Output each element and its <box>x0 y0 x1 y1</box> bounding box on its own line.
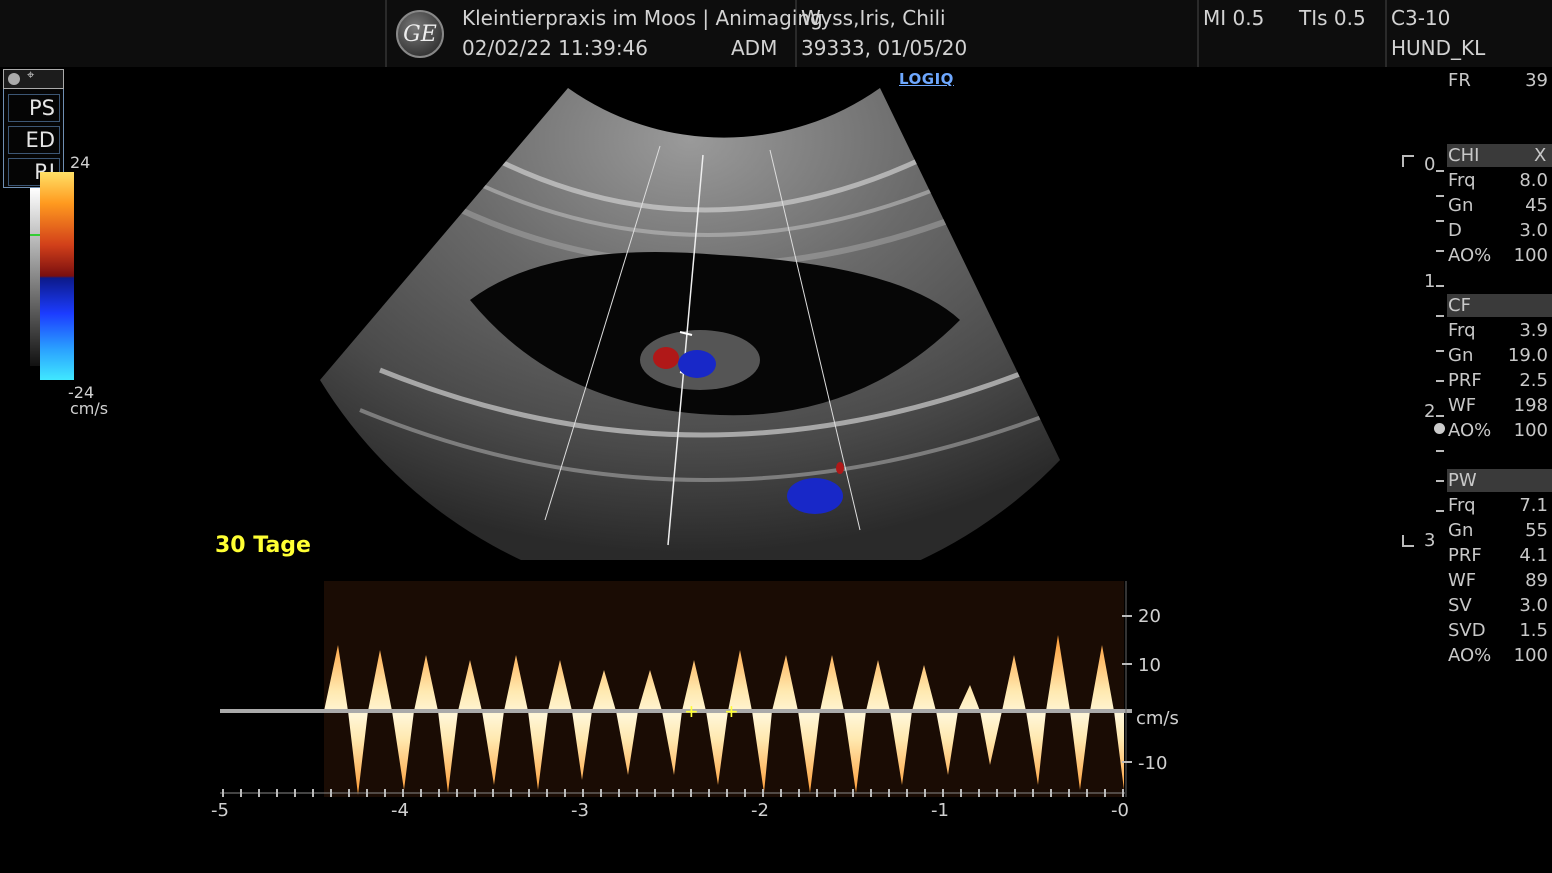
color-velocity-scale <box>40 172 74 380</box>
velocity-tick-label: 10 <box>1138 655 1161 676</box>
chi-close-icon[interactable]: X <box>1534 145 1546 166</box>
time-tick-label: -2 <box>751 800 769 821</box>
pw-param-value: 100 <box>1513 645 1548 666</box>
pw-param-value: 55 <box>1525 520 1548 541</box>
grayscale-bar <box>30 188 40 366</box>
pw-param-value: 7.1 <box>1519 495 1548 516</box>
spectral-doppler-trace: + + <box>220 581 1132 797</box>
exam-datetime: 02/02/22 11:39:46 <box>462 36 649 60</box>
patient-name: Wyss,Iris, Chili <box>801 6 946 30</box>
pw-param-label: SVD <box>1448 620 1486 641</box>
velocity-tick-label: 20 <box>1138 606 1161 627</box>
depth-tick-mark <box>1436 415 1444 417</box>
ge-logo-icon: GE <box>396 10 444 58</box>
y-tick-mark <box>1122 761 1132 763</box>
pw-param-label: SV <box>1448 595 1472 616</box>
svg-text:+: + <box>725 699 738 724</box>
pw-param-label: WF <box>1448 570 1477 591</box>
pw-param-label: Gn <box>1448 520 1474 541</box>
depth-tick-mark <box>1436 350 1444 352</box>
time-axis-ticks <box>222 789 1124 797</box>
pw-param-value: 4.1 <box>1519 545 1548 566</box>
depth-tick-mark <box>1436 220 1444 222</box>
preset-name: HUND_KL <box>1391 36 1486 60</box>
depth-tick-mark <box>1436 170 1444 172</box>
depth-tick-2: 2 <box>1424 401 1436 422</box>
chi-param-label: Gn <box>1448 195 1474 216</box>
header-divider <box>1385 0 1387 67</box>
annotation-text: 30 Tage <box>215 533 311 558</box>
measure-ed-button[interactable]: ED <box>8 126 60 154</box>
cf-param-label: Frq <box>1448 320 1476 341</box>
mechanical-index: MI 0.5 <box>1203 6 1265 30</box>
header-divider <box>1197 0 1199 67</box>
frame-rate-label: FR <box>1448 70 1471 91</box>
depth-tick-mark <box>1436 195 1444 197</box>
chi-param-value: 100 <box>1513 245 1548 266</box>
time-tick-label: -0 <box>1111 800 1129 821</box>
y-tick-mark <box>1122 615 1132 617</box>
pw-param-label: AO% <box>1448 645 1492 666</box>
chi-param-value: 45 <box>1525 195 1548 216</box>
depth-tick-0: 0 <box>1424 154 1436 175</box>
time-tick-label: -1 <box>931 800 949 821</box>
depth-tick-mark <box>1436 450 1444 452</box>
y-tick-mark <box>1122 663 1132 665</box>
pw-param-value: 89 <box>1525 570 1548 591</box>
operator-id: ADM <box>731 36 778 60</box>
header-divider <box>385 0 387 67</box>
pw-param-label: Frq <box>1448 495 1476 516</box>
svg-text:+: + <box>685 699 698 724</box>
thermal-index: TIs 0.5 <box>1299 6 1366 30</box>
pw-param-value: 1.5 <box>1519 620 1548 641</box>
color-scale-unit: cm/s <box>70 399 109 418</box>
cf-param-value: 19.0 <box>1507 345 1548 366</box>
cf-param-value: 3.9 <box>1519 320 1548 341</box>
depth-tick-mark <box>1436 285 1444 287</box>
chi-param-label: D <box>1448 220 1462 241</box>
pw-title: PW <box>1448 470 1477 491</box>
patient-id-dob: 39333, 01/05/20 <box>801 36 968 60</box>
pw-param-value: 3.0 <box>1519 595 1548 616</box>
depth-tick-1: 1 <box>1424 271 1436 292</box>
cf-param-value: 100 <box>1513 420 1548 441</box>
chi-param-value: 8.0 <box>1519 170 1548 191</box>
chi-param-label: AO% <box>1448 245 1492 266</box>
probe-name: C3-10 <box>1391 6 1451 30</box>
clinic-name: Kleintierpraxis im Moos | Animaging <box>462 6 823 30</box>
cf-title: CF <box>1448 295 1471 316</box>
cf-param-value: 2.5 <box>1519 370 1548 391</box>
depth-tick-3: 3 <box>1424 530 1436 551</box>
depth-tick-mark <box>1436 480 1444 482</box>
depth-tick-mark <box>1436 250 1444 252</box>
cf-param-label: WF <box>1448 395 1477 416</box>
depth-bracket-bottom <box>1402 535 1414 547</box>
record-dot-icon[interactable] <box>8 73 20 85</box>
chi-title: CHI <box>1448 145 1480 166</box>
cf-param-label: Gn <box>1448 345 1474 366</box>
time-tick-label: -4 <box>391 800 409 821</box>
depth-bracket-top <box>1402 155 1414 167</box>
depth-tick-mark <box>1436 315 1444 317</box>
focus-marker-icon[interactable] <box>1434 423 1445 434</box>
baseline-marker <box>30 234 40 236</box>
measure-ps-button[interactable]: PS <box>8 94 60 122</box>
cursor-icon[interactable]: ⌖ <box>27 68 34 83</box>
color-scale-max: 24 <box>70 153 91 172</box>
cf-param-label: AO% <box>1448 420 1492 441</box>
time-tick-label: -5 <box>211 800 229 821</box>
ultrasound-image <box>320 88 1060 560</box>
velocity-tick-label: -10 <box>1138 753 1168 774</box>
velocity-unit: cm/s <box>1136 708 1179 729</box>
depth-tick-mark <box>1436 510 1444 512</box>
time-tick-label: -3 <box>571 800 589 821</box>
chi-param-value: 3.0 <box>1519 220 1548 241</box>
pw-param-label: PRF <box>1448 545 1482 566</box>
cf-param-label: PRF <box>1448 370 1482 391</box>
depth-tick-mark <box>1436 380 1444 382</box>
frame-rate-value: 39 <box>1525 70 1548 91</box>
cf-param-value: 198 <box>1513 395 1548 416</box>
chi-param-label: Frq <box>1448 170 1476 191</box>
